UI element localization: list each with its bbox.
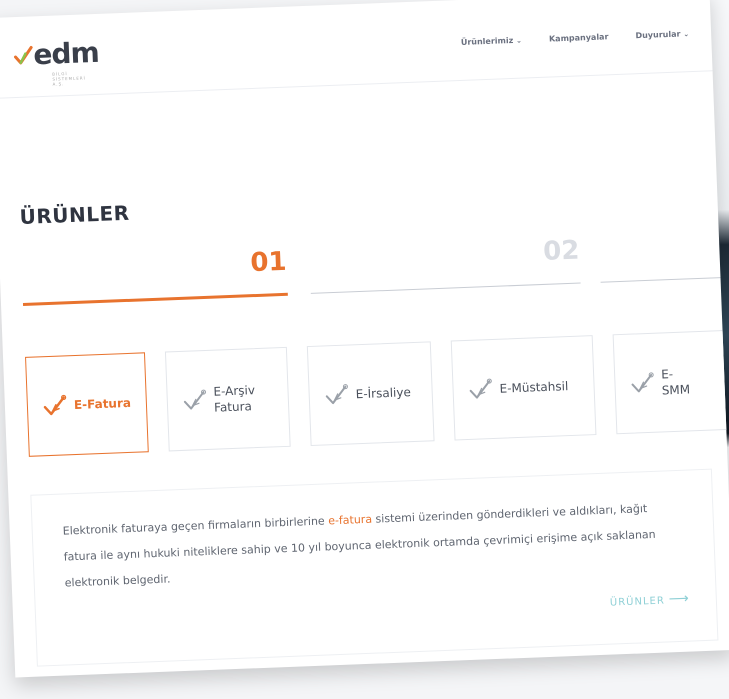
product-tile-label: E-SMM [660,367,691,398]
product-tile-e-fatura[interactable]: E-Fatura [25,352,149,457]
site-header: edm BİLGİ SİSTEMLERİ A.Ş. Ürünlerimiz ⌄ … [0,0,713,99]
step-underline [600,276,729,283]
step-number: 01 [249,246,288,279]
chevron-down-icon: ⌄ [515,36,523,45]
product-tile-e-smm[interactable]: E-SMM [612,329,729,435]
step-tab-01[interactable]: 01 [21,247,288,306]
product-tile-label: E-Fatura [73,395,132,413]
step-underline [22,292,288,306]
product-tile-label: E-Arşiv Fatura [213,383,256,415]
checkmark-leaf-icon [469,378,492,399]
checkmark-leaf-icon [183,389,207,410]
section-title: ÜRÜNLER [19,200,130,229]
nav-item-duyurular[interactable]: Duyurular ⌄ [635,29,690,41]
checkmark-leaf-icon [631,372,654,393]
checkmark-leaf-icon [43,394,67,416]
product-tile-e-mustahsil[interactable]: E-Müstahsil [450,335,597,441]
nav-item-urunlerimiz[interactable]: Ürünlerimiz ⌄ [461,36,522,47]
e-fatura-link[interactable]: e-fatura [328,513,372,528]
product-tile-e-arsiv-fatura[interactable]: E-Arşiv Fatura [164,346,291,452]
urunler-link[interactable]: ÜRÜNLER ⟶ [610,590,691,610]
step-number: 02 [542,235,580,267]
main-nav: Ürünlerimiz ⌄ Kampanyalar Duyurular ⌄ [438,21,690,50]
logo-tagline: BİLGİ SİSTEMLERİ A.Ş. [52,71,86,87]
arrow-right-icon: ⟶ [668,590,691,608]
product-tile-e-irsaliye[interactable]: E-İrsaliye [306,341,435,447]
checkmark-leaf-icon [325,384,348,405]
step-underline [310,282,581,294]
page-card: edm BİLGİ SİSTEMLERİ A.Ş. Ürünlerimiz ⌄ … [0,0,729,678]
logo-checkmark-icon [13,45,33,64]
logo[interactable]: edm BİLGİ SİSTEMLERİ A.Ş. [13,35,100,87]
product-tile-label: E-İrsaliye [355,385,412,402]
description-text: Elektronik faturaya geçen firmaların bir… [62,502,656,590]
step-tab-02[interactable]: 02 [309,236,581,294]
step-tab-03[interactable] [599,230,729,283]
logo-text: edm [32,35,100,72]
description-box: Elektronik faturaya geçen firmaların bir… [30,468,719,667]
product-tile-label: E-Müstahsil [499,379,569,396]
nav-item-kampanyalar[interactable]: Kampanyalar [549,32,609,43]
chevron-down-icon: ⌄ [683,30,690,39]
